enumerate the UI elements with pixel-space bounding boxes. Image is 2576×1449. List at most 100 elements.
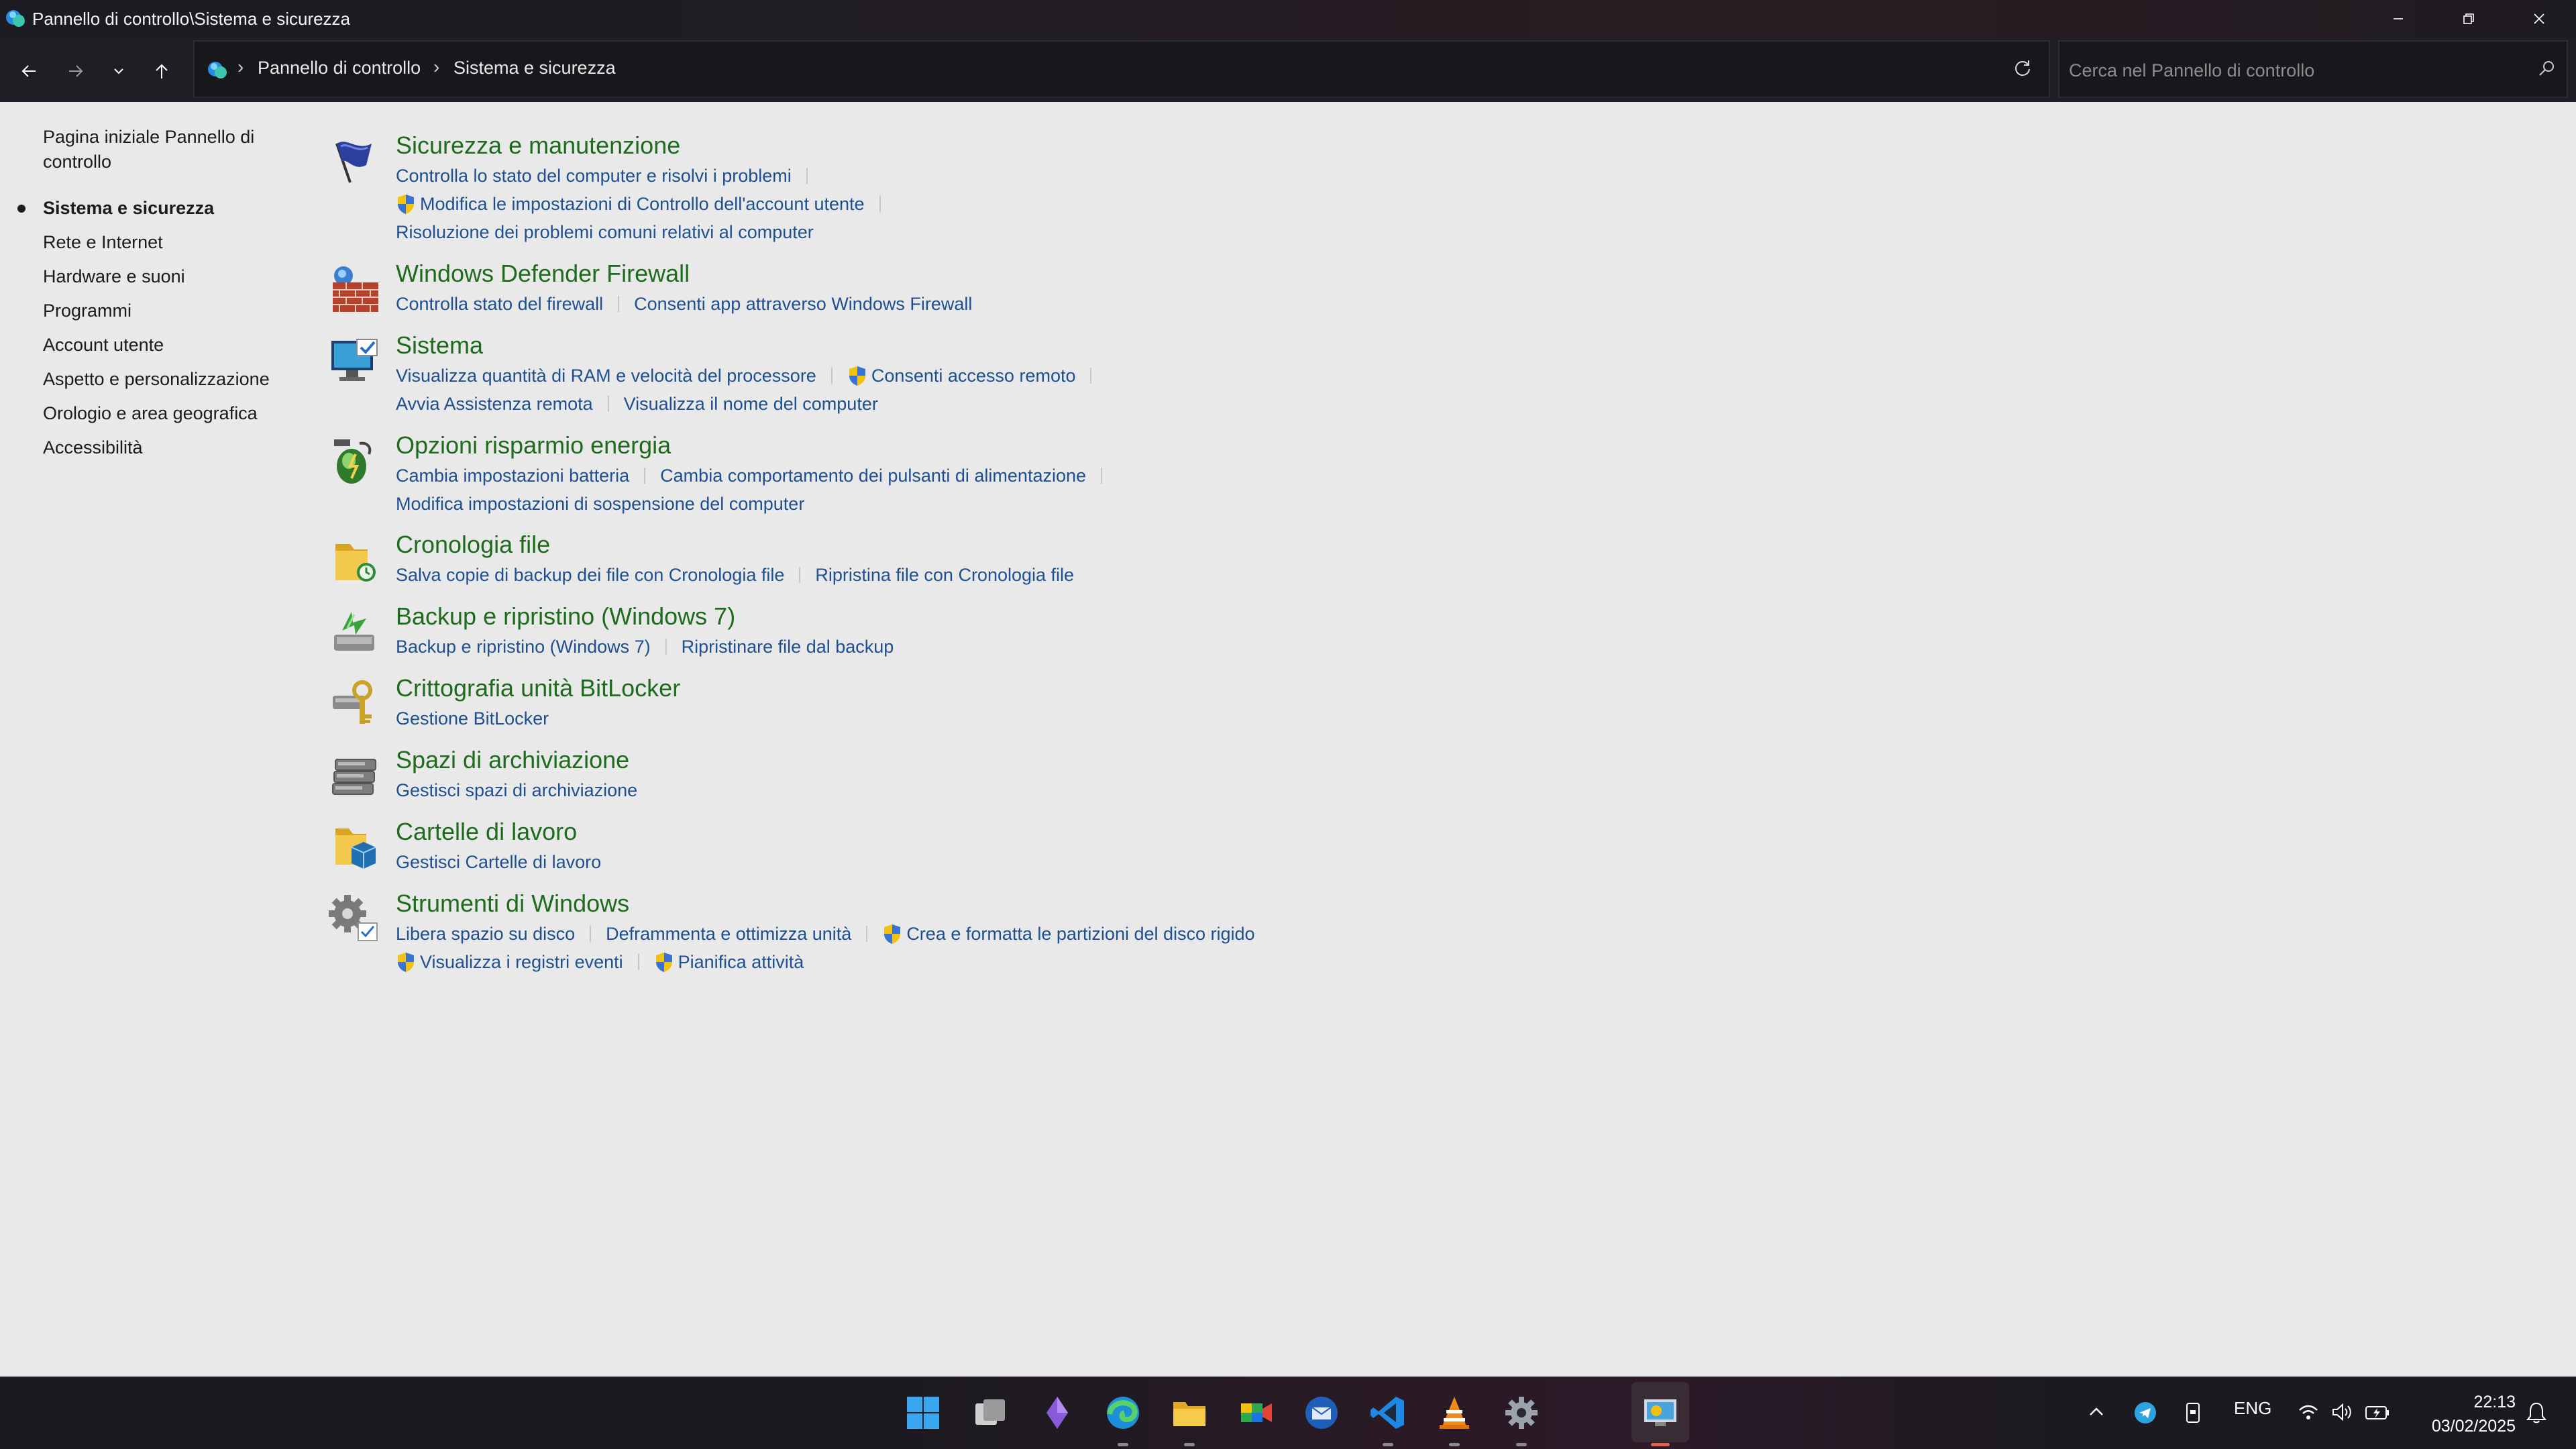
link-change-uac-settings[interactable]: Modifica le impostazioni di Controllo de… bbox=[420, 194, 865, 215]
gear-icon bbox=[1505, 1397, 1538, 1429]
bitlocker-icon bbox=[333, 680, 372, 724]
volume-icon[interactable] bbox=[2330, 1401, 2353, 1424]
minimize-button[interactable] bbox=[2363, 0, 2433, 38]
chevron-down-icon bbox=[114, 68, 123, 74]
breadcrumb-system-security[interactable]: Sistema e sicurezza bbox=[453, 58, 616, 78]
search-input[interactable] bbox=[2068, 51, 2513, 90]
category-title[interactable]: Strumenti di Windows bbox=[396, 890, 629, 918]
taskbar-app-control-panel[interactable] bbox=[1636, 1389, 1684, 1446]
battery-icon bbox=[334, 439, 372, 484]
storage-spaces-icon bbox=[332, 759, 376, 795]
search-box[interactable] bbox=[2058, 40, 2568, 98]
link-backup-with-file-history[interactable]: Salva copie di backup dei file con Crono… bbox=[396, 565, 784, 586]
taskbar-app-meet[interactable] bbox=[1232, 1389, 1280, 1437]
category-title[interactable]: Opzioni risparmio energia bbox=[396, 431, 671, 460]
link-defragment-optimize[interactable]: Deframmenta e ottimizza unità bbox=[606, 924, 851, 945]
breadcrumb-separator: › bbox=[237, 56, 244, 77]
uac-shield-icon bbox=[398, 953, 414, 972]
nav-control-panel-home[interactable]: Pagina iniziale Pannello di controllo bbox=[43, 125, 284, 174]
link-backup-and-restore[interactable]: Backup e ripristino (Windows 7) bbox=[396, 637, 651, 657]
nav-item-clock-region[interactable]: Orologio e area geografica bbox=[43, 401, 284, 426]
category-title[interactable]: Spazi di archiviazione bbox=[396, 746, 629, 774]
taskbar-app-vscode[interactable] bbox=[1364, 1389, 1412, 1446]
battery-charging-icon[interactable] bbox=[2364, 1401, 2391, 1424]
link-allow-app-through-firewall[interactable]: Consenti app attraverso Windows Firewall bbox=[634, 294, 972, 315]
category-title[interactable]: Windows Defender Firewall bbox=[396, 260, 690, 288]
nav-item-system-security[interactable]: Sistema e sicurezza bbox=[43, 196, 284, 221]
link-check-firewall-status[interactable]: Controlla stato del firewall bbox=[396, 294, 603, 315]
taskbar-app-file-explorer[interactable] bbox=[1165, 1389, 1214, 1446]
category-title[interactable]: Sistema bbox=[396, 331, 483, 360]
windows-tools-icon bbox=[329, 895, 378, 941]
link-see-computer-name[interactable]: Visualizza il nome del computer bbox=[624, 394, 878, 415]
clock-time: 22:13 bbox=[2473, 1393, 2516, 1411]
link-allow-remote-access[interactable]: Consenti accesso remoto bbox=[871, 366, 1076, 386]
vscode-icon bbox=[1371, 1397, 1404, 1429]
link-manage-storage-spaces[interactable]: Gestisci spazi di archiviazione bbox=[396, 780, 637, 801]
chevron-up-icon[interactable] bbox=[2086, 1402, 2106, 1422]
nav-item-user-accounts[interactable]: Account utente bbox=[43, 333, 284, 358]
windows-start-icon bbox=[907, 1397, 939, 1429]
category-title[interactable]: Cartelle di lavoro bbox=[396, 818, 577, 846]
link-view-ram-processor[interactable]: Visualizza quantità di RAM e velocità de… bbox=[396, 366, 816, 386]
usb-device-icon[interactable] bbox=[2183, 1401, 2203, 1425]
link-schedule-tasks[interactable]: Pianifica attività bbox=[678, 952, 804, 973]
link-change-battery-settings[interactable]: Cambia impostazioni batteria bbox=[396, 466, 629, 486]
taskbar-app-thunderbird[interactable] bbox=[1297, 1389, 1346, 1437]
address-bar[interactable]: › Pannello di controllo › Sistema e sicu… bbox=[193, 40, 2157, 98]
control-panel-icon bbox=[1644, 1399, 1676, 1426]
link-create-format-partitions[interactable]: Crea e formatta le partizioni del disco … bbox=[906, 924, 1254, 945]
search-icon[interactable] bbox=[2536, 58, 2557, 79]
link-change-power-buttons[interactable]: Cambia comportamento dei pulsanti di ali… bbox=[660, 466, 1086, 486]
breadcrumb-control-panel[interactable]: Pannello di controllo bbox=[258, 58, 421, 78]
uac-shield-icon bbox=[884, 924, 901, 944]
uac-shield-icon bbox=[849, 366, 865, 386]
start-button[interactable] bbox=[899, 1389, 947, 1437]
link-check-computer-status[interactable]: Controlla lo stato del computer e risolv… bbox=[396, 166, 792, 186]
link-view-event-logs[interactable]: Visualizza i registri eventi bbox=[420, 952, 623, 973]
category-title[interactable]: Crittografia unità BitLocker bbox=[396, 674, 680, 702]
flag-icon bbox=[335, 142, 372, 183]
work-folders-icon bbox=[335, 828, 376, 869]
task-view-button[interactable] bbox=[966, 1389, 1014, 1437]
nav-item-programs[interactable]: Programmi bbox=[43, 299, 284, 323]
active-indicator bbox=[1651, 1443, 1670, 1446]
taskbar-app-settings[interactable] bbox=[1497, 1389, 1546, 1446]
uac-shield-icon bbox=[655, 953, 672, 972]
nav-item-network-internet[interactable]: Rete e Internet bbox=[43, 230, 284, 255]
clock[interactable]: 22:13 03/02/2025 bbox=[2402, 1390, 2516, 1438]
nav-item-accessibility[interactable]: Accessibilità bbox=[43, 435, 284, 460]
category-title[interactable]: Cronologia file bbox=[396, 531, 550, 559]
taskbar-app-vlc[interactable] bbox=[1430, 1389, 1479, 1446]
link-manage-work-folders[interactable]: Gestisci Cartelle di lavoro bbox=[396, 852, 601, 873]
file-history-icon bbox=[335, 544, 376, 582]
wifi-icon[interactable] bbox=[2297, 1401, 2320, 1424]
nav-item-appearance[interactable]: Aspetto e personalizzazione bbox=[43, 367, 284, 392]
notification-bell-icon[interactable] bbox=[2525, 1401, 2548, 1425]
link-troubleshoot-problems[interactable]: Risoluzione dei problemi comuni relativi… bbox=[396, 222, 814, 243]
link-manage-bitlocker[interactable]: Gestione BitLocker bbox=[396, 708, 549, 729]
restore-button[interactable] bbox=[2433, 0, 2504, 38]
telegram-icon[interactable] bbox=[2133, 1401, 2157, 1425]
link-restore-files-from-backup[interactable]: Ripristinare file dal backup bbox=[682, 637, 894, 657]
close-button[interactable] bbox=[2504, 0, 2574, 38]
link-restore-with-file-history[interactable]: Ripristina file con Cronologia file bbox=[815, 565, 1074, 586]
link-free-disk-space[interactable]: Libera spazio su disco bbox=[396, 924, 575, 945]
category-title[interactable]: Backup e ripristino (Windows 7) bbox=[396, 602, 735, 631]
video-call-icon bbox=[1241, 1403, 1272, 1422]
forward-button[interactable] bbox=[56, 52, 95, 90]
taskbar-app-edge[interactable] bbox=[1099, 1389, 1147, 1446]
language-indicator[interactable]: ENG bbox=[2234, 1398, 2271, 1419]
refresh-icon[interactable] bbox=[2011, 56, 2034, 79]
up-button[interactable] bbox=[142, 52, 181, 90]
back-button[interactable] bbox=[9, 52, 48, 90]
taskbar: ENG 22:13 03/02/2025 bbox=[0, 1377, 2576, 1449]
breadcrumb-separator: › bbox=[433, 56, 440, 77]
recent-locations-button[interactable] bbox=[99, 52, 138, 90]
window-title: Pannello di controllo\Sistema e sicurezz… bbox=[32, 9, 351, 29]
link-change-sleep-settings[interactable]: Modifica impostazioni di sospensione del… bbox=[396, 494, 804, 515]
category-title[interactable]: Sicurezza e manutenzione bbox=[396, 131, 680, 160]
nav-item-hardware-sound[interactable]: Hardware e suoni bbox=[43, 264, 284, 289]
link-launch-remote-assistance[interactable]: Avvia Assistenza remota bbox=[396, 394, 593, 415]
taskbar-app-onenote[interactable] bbox=[1033, 1389, 1081, 1437]
